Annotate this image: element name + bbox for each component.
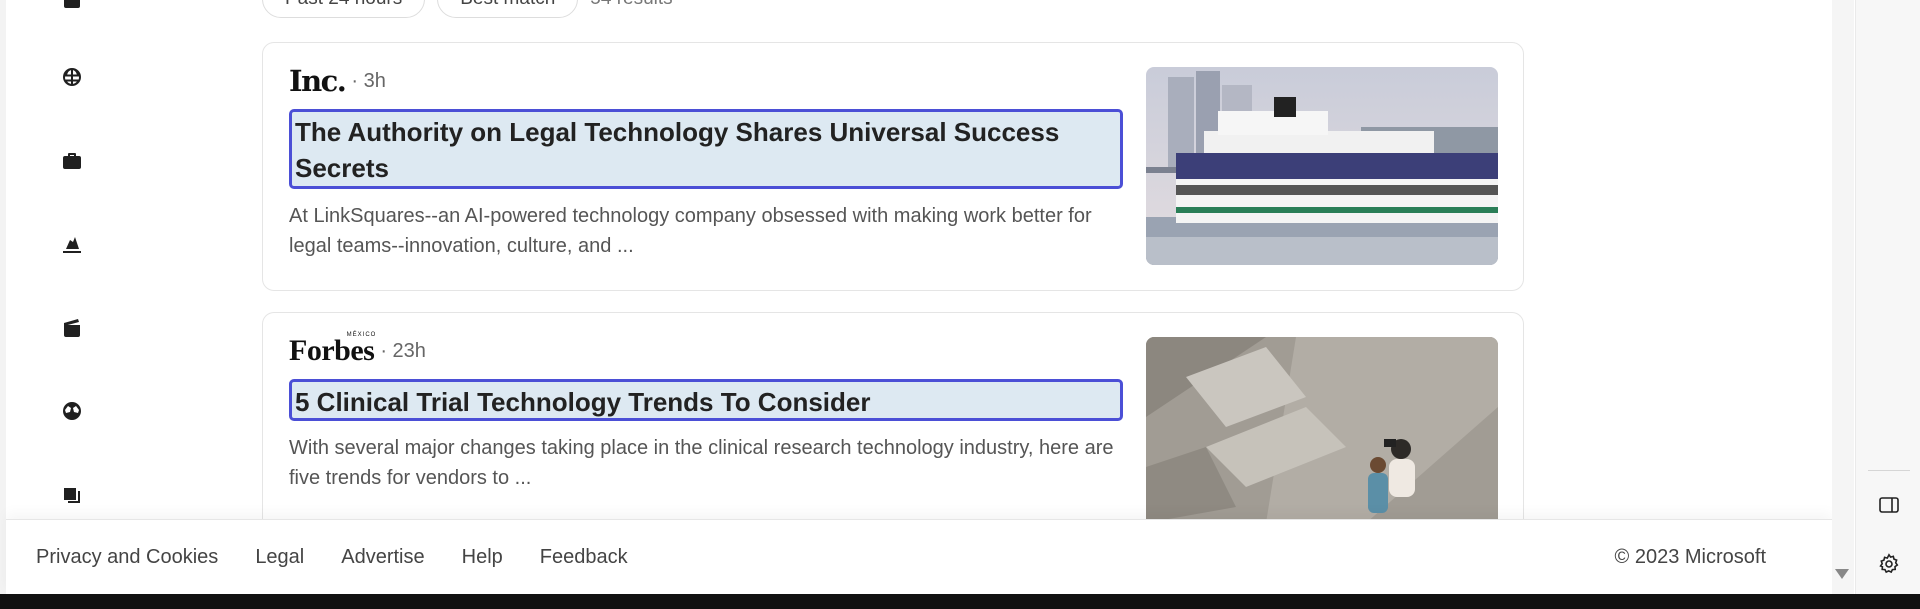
source-logo-forbes[interactable]: Forbes MÉXICO [289,332,377,368]
entertainment-icon[interactable] [58,314,86,342]
source-edition: MÉXICO [346,332,377,338]
sidebar-toggle-icon[interactable] [1875,491,1903,519]
footer-links: Privacy and Cookies Legal Advertise Help… [36,520,665,595]
briefcase-icon[interactable] [58,147,86,175]
time-filter-dropdown[interactable]: Past 24 hours [262,0,426,18]
footer-link-legal[interactable]: Legal [255,546,304,569]
footer-link-advertise[interactable]: Advertise [341,546,424,569]
sports-icon[interactable] [58,397,86,425]
science-icon[interactable] [58,230,86,258]
sidebar-divider [1868,470,1910,471]
footer-link-privacy[interactable]: Privacy and Cookies [36,546,218,569]
left-rail [6,0,126,520]
article-age: · 23h [380,339,426,362]
settings-icon[interactable] [1875,550,1903,578]
article-age: · 3h [351,69,386,92]
edge-sidebar [1855,0,1920,594]
article-thumbnail[interactable] [1146,67,1498,265]
article-headline[interactable]: The Authority on Legal Technology Shares… [289,109,1123,189]
results-count: 54 results [590,0,672,10]
sort-dropdown[interactable]: Best match [437,0,579,18]
bottom-bar [0,594,1920,609]
page-footer: Privacy and Cookies Legal Advertise Help… [6,519,1832,594]
article-snippet: At LinkSquares--an AI-powered technology… [289,205,1092,257]
footer-link-feedback[interactable]: Feedback [540,546,628,569]
scroll-down-arrow-icon[interactable] [1835,569,1849,579]
source-row: Forbes MÉXICO · 23h [289,332,426,368]
source-row: Inc. · 3h [289,64,386,98]
article-headline[interactable]: 5 Clinical Trial Technology Trends To Co… [289,379,1123,421]
article-thumbnail[interactable] [1146,337,1498,523]
source-logo-inc[interactable]: Inc. [289,64,347,98]
copyright: © 2023 Microsoft [1614,546,1766,568]
menu-icon[interactable] [58,0,86,16]
footer-link-help[interactable]: Help [462,546,503,569]
news-card[interactable]: Inc. · 3h The Authority on Legal Technol… [262,42,1524,291]
article-snippet: With several major changes taking place … [289,437,1114,489]
cards-icon[interactable] [58,481,86,509]
globe-icon[interactable] [58,63,86,91]
filter-row: Past 24 hours Best match 54 results [262,0,673,18]
scrollbar[interactable] [1832,0,1854,594]
source-name: Forbes [289,334,375,367]
